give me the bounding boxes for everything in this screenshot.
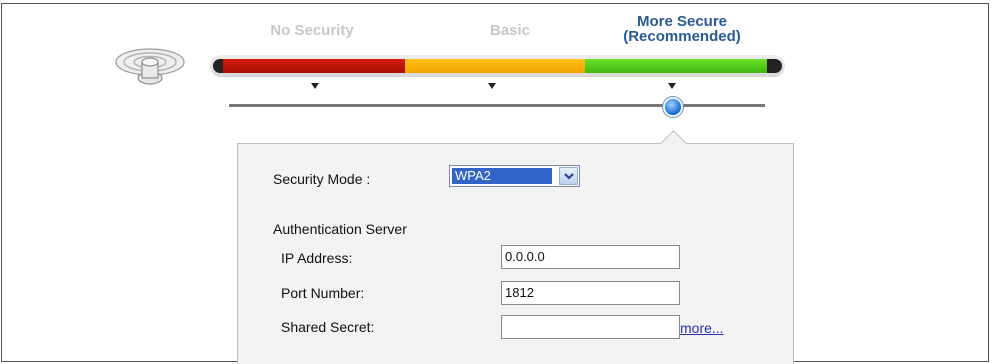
chevron-down-icon (564, 173, 574, 180)
level-label-more-secure-line2: (Recommended) (623, 28, 741, 45)
security-bar-segment-none (223, 59, 405, 73)
more-link[interactable]: more... (680, 320, 724, 336)
ip-address-input[interactable]: 0.0.0.0 (501, 245, 680, 269)
level-label-more-secure: More Secure (Recommended) (606, 14, 758, 44)
security-mode-label: Security Mode : (273, 171, 371, 187)
ip-address-label: IP Address: (281, 250, 353, 266)
shared-secret-label: Shared Secret: (281, 319, 375, 335)
level-label-more-secure-line1: More Secure (636, 13, 728, 30)
security-bar-segment-secure (585, 59, 767, 73)
level-label-no-security: No Security (270, 22, 354, 39)
marker-no-security-icon (311, 83, 319, 89)
level-label-basic: Basic (489, 22, 531, 39)
wireless-router-icon (114, 40, 186, 90)
marker-basic-icon (488, 83, 496, 89)
security-mode-selected-value: WPA2 (452, 168, 552, 184)
security-slider-handle[interactable] (663, 97, 683, 117)
shared-secret-input[interactable] (501, 315, 680, 339)
security-slider-track[interactable] (229, 104, 765, 107)
port-number-label: Port Number: (281, 285, 365, 301)
port-number-input[interactable]: 1812 (501, 281, 680, 305)
security-mode-select[interactable]: WPA2 (449, 165, 580, 187)
marker-more-secure-icon (668, 83, 676, 89)
security-bar (213, 59, 782, 73)
security-bar-segment-basic (405, 59, 585, 73)
dropdown-button[interactable] (559, 167, 578, 185)
auth-server-heading: Authentication Server (273, 221, 407, 237)
